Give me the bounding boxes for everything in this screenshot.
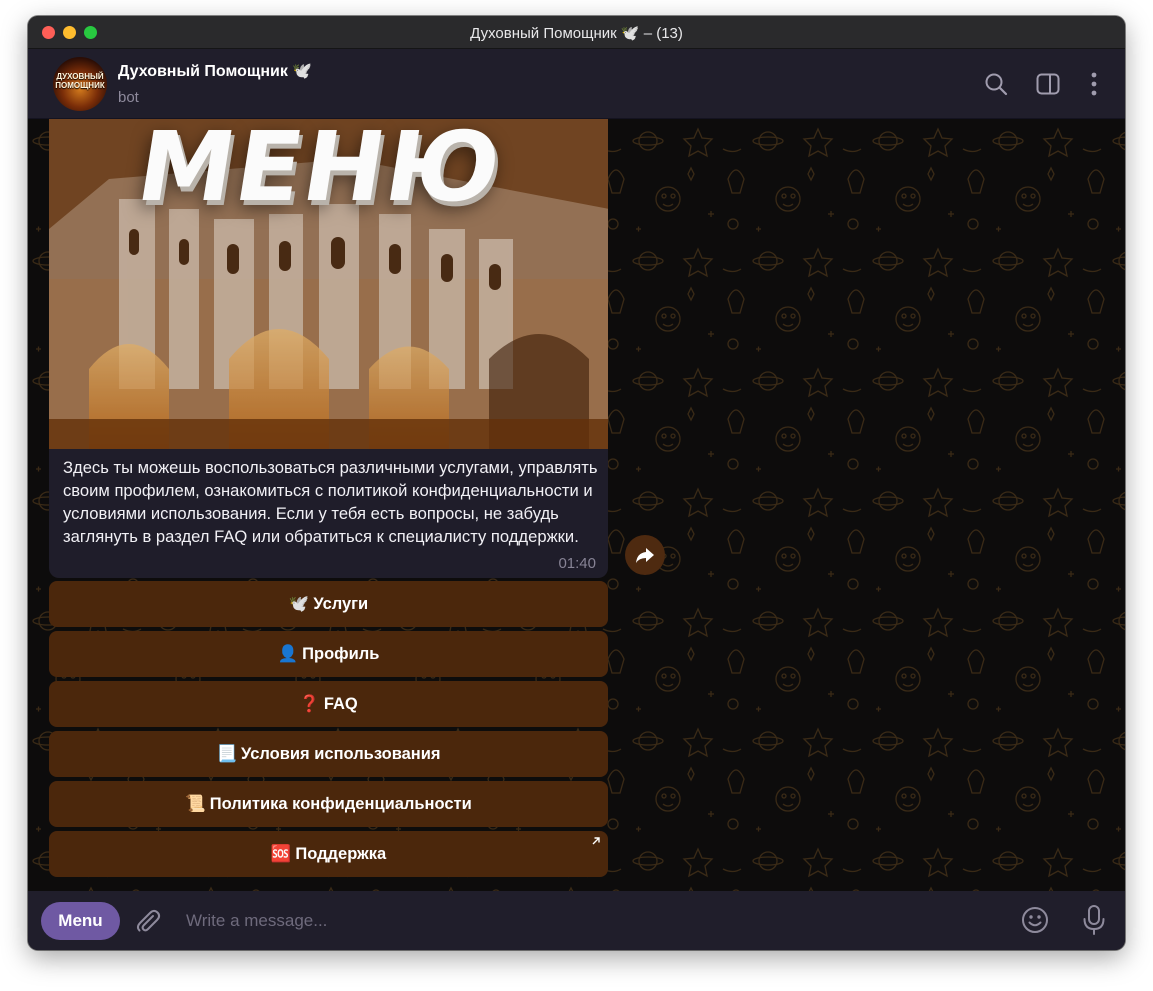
title-bar: Духовный Помощник 🕊️ – (13) xyxy=(28,16,1125,49)
document-icon: 📃 xyxy=(216,745,237,763)
services-button[interactable]: 🕊️ Услуги xyxy=(49,581,608,627)
message-text: Здесь ты можешь воспользоваться различны… xyxy=(63,458,598,546)
more-icon[interactable] xyxy=(1081,71,1107,97)
image-title: МЕНЮ xyxy=(130,119,511,223)
faq-label: FAQ xyxy=(323,695,358,713)
support-button[interactable]: 🆘 Поддержка xyxy=(49,831,608,877)
external-link-icon xyxy=(592,837,600,845)
services-label: Услуги xyxy=(313,595,369,613)
avatar-label: ДУХОВНЫЙ ПОМОЩНИК xyxy=(55,72,105,90)
terms-label: Условия использования xyxy=(241,745,441,763)
forward-button[interactable] xyxy=(625,535,665,575)
microphone-icon[interactable] xyxy=(1080,904,1108,936)
message-bubble[interactable]: МЕНЮ Здесь ты можешь воспользоваться раз… xyxy=(49,119,608,578)
avatar[interactable]: ДУХОВНЫЙ ПОМОЩНИК xyxy=(53,57,107,111)
chat-area[interactable]: МЕНЮ Здесь ты можешь воспользоваться раз… xyxy=(28,119,1125,891)
sidebar-toggle-icon[interactable] xyxy=(1035,71,1061,97)
menu-image[interactable]: МЕНЮ xyxy=(49,119,608,449)
emoji-icon[interactable] xyxy=(1020,905,1050,935)
composer: Menu xyxy=(28,891,1125,950)
chat-status: bot xyxy=(118,89,139,106)
dove-icon: 🕊️ xyxy=(288,595,310,613)
terms-button[interactable]: 📃 Условия использования xyxy=(49,731,608,777)
bot-menu-button[interactable]: Menu xyxy=(41,902,120,940)
user-icon: 👤 xyxy=(277,645,299,663)
faq-button[interactable]: ❓ FAQ xyxy=(49,681,608,727)
message-time: 01:40 xyxy=(558,555,596,572)
message-input[interactable] xyxy=(184,905,988,937)
forward-icon xyxy=(636,548,654,563)
scroll-icon: 📜 xyxy=(185,795,206,813)
window-title: Духовный Помощник 🕊️ – (13) xyxy=(470,25,683,42)
privacy-label: Политика конфиденциальности xyxy=(209,795,472,813)
question-icon: ❓ xyxy=(299,695,320,713)
telegram-window: Духовный Помощник 🕊️ – (13) ДУХОВНЫЙ ПОМ… xyxy=(28,16,1125,950)
profile-label: Профиль xyxy=(302,645,380,663)
chat-title[interactable]: Духовный Помощник 🕊️ xyxy=(118,61,312,81)
profile-button[interactable]: 👤 Профиль xyxy=(49,631,608,677)
support-label: Поддержка xyxy=(295,845,387,863)
sos-icon: 🆘 xyxy=(270,845,292,863)
chat-header[interactable]: ДУХОВНЫЙ ПОМОЩНИК Духовный Помощник 🕊️ b… xyxy=(28,49,1125,119)
search-icon[interactable] xyxy=(983,71,1009,97)
privacy-button[interactable]: 📜 Политика конфиденциальности xyxy=(49,781,608,827)
attach-icon[interactable] xyxy=(134,907,162,935)
